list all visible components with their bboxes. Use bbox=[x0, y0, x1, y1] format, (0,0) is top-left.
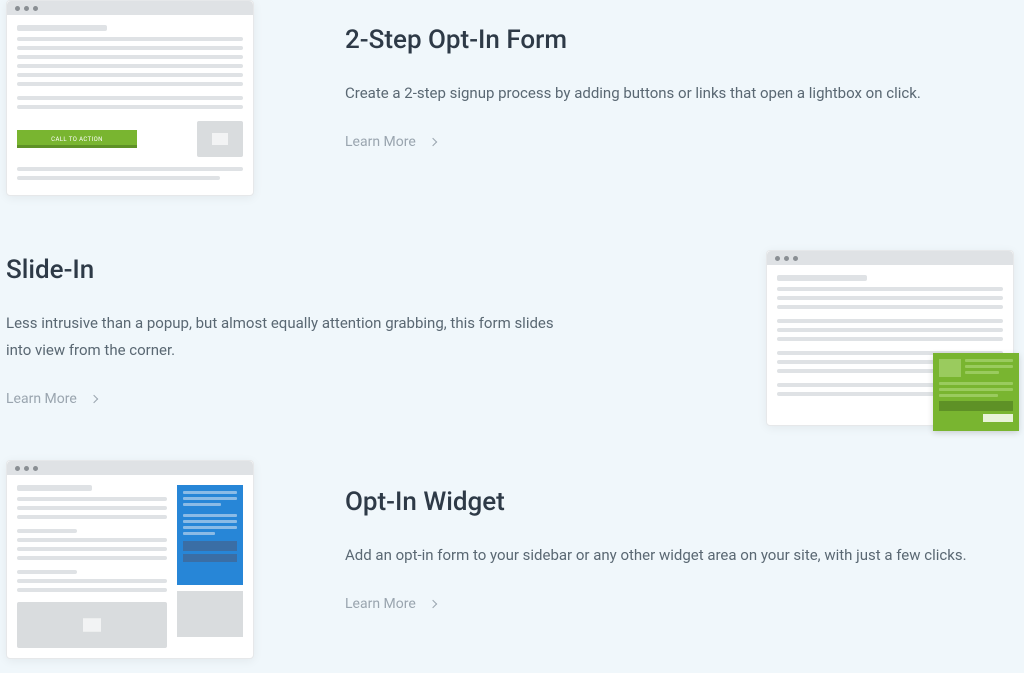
feature-two-step-optin: CALL TO ACTION 2-Step Opt-In Form Create… bbox=[0, 0, 1024, 200]
feature-description: Add an opt-in form to your sidebar or an… bbox=[345, 542, 985, 569]
learn-more-link[interactable]: Learn More bbox=[345, 596, 436, 612]
slide-in-panel-illustration bbox=[933, 353, 1019, 431]
chevron-right-icon bbox=[429, 600, 437, 608]
illustration-two-step: CALL TO ACTION bbox=[6, 0, 254, 196]
feature-title: Slide-In bbox=[6, 254, 566, 288]
chevron-right-icon bbox=[429, 138, 437, 146]
sidebar-widget-illustration bbox=[177, 485, 243, 585]
illustration-optin-widget bbox=[6, 460, 254, 659]
window-traffic-lights bbox=[767, 251, 1013, 265]
learn-more-label: Learn More bbox=[6, 391, 77, 407]
learn-more-label: Learn More bbox=[345, 596, 416, 612]
learn-more-link[interactable]: Learn More bbox=[6, 391, 97, 407]
image-placeholder-icon bbox=[197, 121, 243, 157]
feature-title: 2-Step Opt-In Form bbox=[345, 24, 1004, 58]
image-placeholder-icon bbox=[17, 602, 167, 648]
feature-optin-widget: Opt-In Widget Add an opt-in form to your… bbox=[0, 460, 1024, 673]
feature-slide-in: Slide-In Less intrusive than a popup, bu… bbox=[0, 200, 1024, 460]
learn-more-link[interactable]: Learn More bbox=[345, 134, 436, 150]
image-placeholder-icon bbox=[939, 359, 961, 377]
illustration-slide-in bbox=[766, 250, 1014, 426]
feature-description: Create a 2-step signup process by adding… bbox=[345, 80, 985, 107]
feature-description: Less intrusive than a popup, but almost … bbox=[6, 310, 566, 364]
feature-title: Opt-In Widget bbox=[345, 486, 1004, 520]
window-traffic-lights bbox=[7, 461, 253, 475]
learn-more-label: Learn More bbox=[345, 134, 416, 150]
window-traffic-lights bbox=[7, 1, 253, 15]
cta-button-illustration: CALL TO ACTION bbox=[17, 130, 137, 148]
chevron-right-icon bbox=[90, 395, 98, 403]
cta-label: CALL TO ACTION bbox=[51, 136, 103, 143]
